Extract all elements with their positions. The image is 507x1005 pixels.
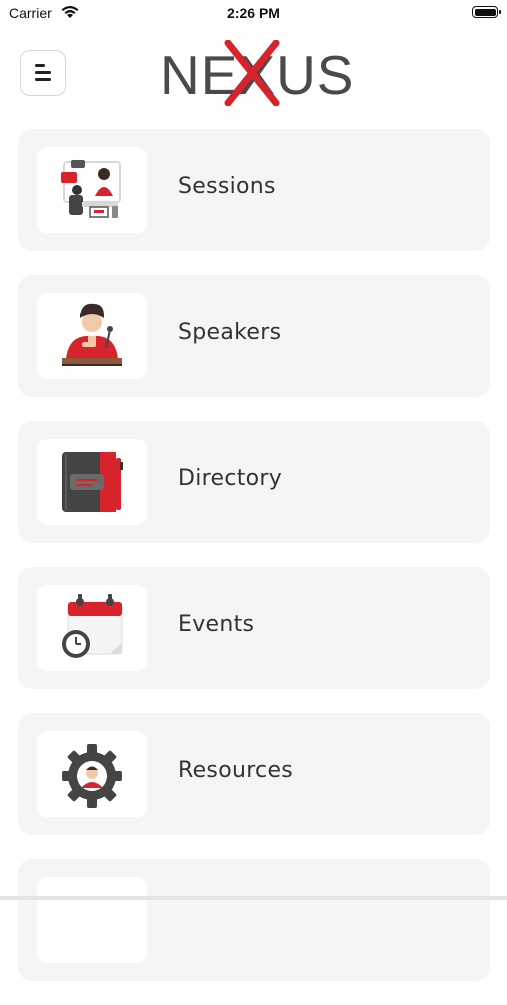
events-icon [37,585,147,671]
app-logo: NEXUS [160,40,354,108]
status-time: 2:26 PM [227,5,280,21]
partial-icon [37,877,147,963]
menu-card-speakers[interactable]: Speakers [18,275,490,397]
status-bar: Carrier 2:26 PM [0,0,507,28]
bottom-bar [0,896,507,900]
menu-card-sessions[interactable]: Sessions [18,129,490,251]
menu-card-label: Speakers [178,320,282,345]
menu-card-resources[interactable]: Resources [18,713,490,835]
menu-card-directory[interactable]: Directory [18,421,490,543]
menu-card-label: Events [178,612,255,637]
directory-icon [37,439,147,525]
menu-card-events[interactable]: Events [18,567,490,689]
menu-card-label: Resources [178,758,294,783]
battery-icon [472,6,501,18]
resources-icon [37,731,147,817]
menu-card-label: Sessions [178,174,276,199]
menu-card-partial[interactable] [18,859,490,981]
speakers-icon [37,293,147,379]
menu-card-label: Directory [178,466,283,491]
menu-toggle-button[interactable] [20,50,66,96]
logo-x-mark [224,40,280,106]
sessions-icon [37,147,147,233]
menu-list: Sessions Speakers Directory Events Resou… [18,129,490,1005]
